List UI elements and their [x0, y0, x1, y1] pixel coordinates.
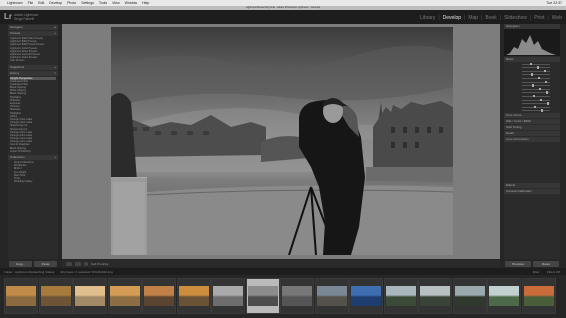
filmstrip-thumbnail[interactable]: [142, 278, 176, 314]
filmstrip-thumbnail[interactable]: [38, 278, 73, 314]
thumbnail-image: [75, 286, 105, 306]
filmstrip-count: 30 photos / 1 selected / DSC04442.dng: [60, 269, 113, 274]
thumbnail-image: [40, 286, 71, 306]
thumbnail-image: [247, 286, 278, 306]
detail-header[interactable]: Detail: [504, 131, 560, 137]
filmstrip-thumbnail[interactable]: [176, 278, 211, 314]
module-develop[interactable]: Develop: [443, 15, 461, 21]
histogram: Histogram: [504, 24, 560, 56]
menu-photo[interactable]: Photo: [67, 1, 76, 5]
tone-curve-header[interactable]: Tone Curve: [504, 113, 560, 119]
filter-label: Filter :: [532, 269, 542, 274]
filmstrip-thumbnail[interactable]: [314, 278, 349, 314]
filmstrip-source[interactable]: Folder : Lightroom Retouching Videos: [4, 270, 54, 274]
collapse-icon: ▸: [54, 25, 56, 29]
copy-button[interactable]: Copy...: [9, 261, 32, 267]
history-list: Upright: Perspective Graduated Filter Grad…: [8, 76, 58, 155]
preset-item[interactable]: User Presets: [10, 59, 56, 62]
reset-button[interactable]: Reset: [533, 261, 559, 267]
menu-settings[interactable]: Settings: [81, 1, 94, 5]
filmstrip-thumbnail[interactable]: [418, 278, 452, 314]
thumbnail-image: [213, 286, 243, 306]
thumbnail-image: [351, 286, 381, 306]
left-buttons: Copy... Paste: [8, 260, 58, 268]
add-icon: +: [54, 155, 56, 159]
filmstrip-thumbnail[interactable]: [521, 278, 556, 314]
preset-list: Lightroom B&W Filter Presets Lightroom B…: [8, 36, 58, 64]
filmstrip-header: Folder : Lightroom Retouching Videos 30 …: [0, 268, 566, 275]
module-web[interactable]: Web: [552, 15, 562, 21]
slider-row[interactable]: [508, 109, 556, 113]
menu-help[interactable]: Help: [142, 1, 149, 5]
thumbnail-image: [282, 286, 312, 306]
module-picker: Library | Develop | Map | Book | Slideshow | …: [420, 15, 562, 21]
filmstrip: [0, 275, 566, 318]
thumbnail-image: [316, 286, 347, 306]
collection-item[interactable]: Wedding Gallery: [10, 180, 56, 183]
module-print[interactable]: Print: [534, 15, 544, 21]
module-slideshow[interactable]: Slideshow: [504, 15, 527, 21]
lightroom-logo: Lr: [4, 12, 12, 21]
menu-file[interactable]: File: [28, 1, 34, 5]
thumbnail-image: [385, 286, 416, 306]
filmstrip-thumbnail[interactable]: [452, 278, 487, 314]
filmstrip-thumbnail[interactable]: [487, 278, 521, 314]
before-after-button[interactable]: [75, 261, 81, 266]
menu-edit[interactable]: Edit: [38, 1, 44, 5]
main-photo[interactable]: [111, 27, 453, 255]
loupe-view-button[interactable]: [66, 261, 72, 266]
filmstrip-thumbnail[interactable]: [280, 278, 314, 314]
paste-button[interactable]: Paste: [34, 261, 57, 267]
menu-develop[interactable]: Develop: [49, 1, 62, 5]
filmstrip-thumbnail[interactable]: [383, 278, 418, 314]
left-panel: Navigator ▸ Presets + Lightroom B&W Filter…: [8, 24, 58, 259]
module-map[interactable]: Map: [468, 15, 478, 21]
thumbnail-image: [109, 286, 140, 306]
thumbnail-image: [6, 286, 36, 306]
menu-view[interactable]: View: [112, 1, 120, 5]
collection-list: Smart Collections 60 Minutes Birds 3 Fun Wr…: [8, 160, 58, 184]
navigator-header[interactable]: Navigator ▸: [8, 25, 58, 30]
basic-sliders: [504, 62, 560, 112]
snapshots-header[interactable]: Snapshots +: [8, 64, 58, 70]
thumbnail-image: [420, 286, 450, 306]
menu-window[interactable]: Window: [125, 1, 137, 5]
soft-proofing-label: Soft Proofing: [91, 261, 109, 266]
thumbnail-image: [144, 286, 174, 306]
filmstrip-thumbnail[interactable]: [73, 278, 107, 314]
filmstrip-thumbnail[interactable]: [349, 278, 383, 314]
filter-select[interactable]: Filters Off: [547, 270, 560, 274]
module-book[interactable]: Book: [485, 15, 496, 21]
close-icon: ×: [54, 70, 56, 75]
soft-proofing-checkbox[interactable]: [84, 261, 88, 266]
add-icon: +: [54, 31, 56, 35]
history-item[interactable]: Import (2/14/2013): [10, 150, 56, 153]
filmstrip-thumbnail[interactable]: [211, 278, 245, 314]
menu-lightroom[interactable]: Lightroom: [7, 1, 23, 5]
slider-knob: [541, 109, 543, 112]
filmstrip-thumbnail[interactable]: [245, 278, 280, 314]
histogram-graph: [506, 35, 556, 55]
right-buttons: Previous Reset: [504, 260, 560, 268]
thumbnail-image: [523, 286, 554, 306]
previous-button[interactable]: Previous: [505, 261, 531, 267]
thumbnail-image: [454, 286, 485, 306]
module-library[interactable]: Library: [420, 15, 435, 21]
toolbar: Soft Proofing: [62, 260, 500, 267]
identity-text: Adobe Lightroom Serge Ramelli: [14, 13, 38, 21]
effects-header[interactable]: Effects: [504, 183, 560, 189]
menu-tools[interactable]: Tools: [99, 1, 107, 5]
thumbnail-image: [178, 286, 209, 306]
hsl-header[interactable]: HSL / Color / B&W: [504, 119, 560, 125]
camera-calibration-header[interactable]: Camera Calibration: [504, 189, 560, 195]
split-toning-header[interactable]: Split Toning: [504, 125, 560, 131]
add-icon: +: [54, 64, 56, 69]
menubar-clock: Tue 22:37: [546, 1, 562, 5]
filmstrip-thumbnail[interactable]: [4, 278, 38, 314]
identity-line2: Serge Ramelli: [14, 17, 35, 21]
filmstrip-thumbnail[interactable]: [107, 278, 142, 314]
thumbnail-image: [489, 286, 519, 306]
